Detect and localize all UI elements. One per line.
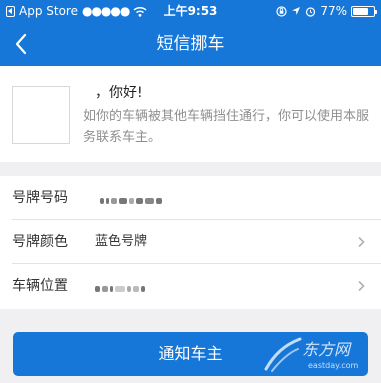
battery-icon (351, 5, 377, 17)
alarm-icon (306, 6, 316, 17)
vehicle-location-row[interactable]: 车辆位置 (0, 264, 381, 308)
plate-color-row[interactable]: 号牌颜色 蓝色号牌 (0, 220, 381, 264)
chevron-right-icon (358, 236, 365, 248)
header: App Store ●●●●● 上午9:53 77% 短信挪车 (0, 0, 381, 66)
status-bar: App Store ●●●●● 上午9:53 77% (0, 0, 381, 22)
intro-card: ，你好! 如你的车辆被其他车辆挡住通行，你可以使用本服务联系车主。 (0, 66, 381, 162)
plate-number-label: 号牌号码 (12, 190, 68, 206)
plate-color-label: 号牌颜色 (12, 234, 68, 250)
greeting-text: ，你好! (83, 82, 143, 102)
vehicle-location-value-redacted (95, 278, 147, 294)
plate-number-row[interactable]: 号牌号码 (0, 176, 381, 220)
watermark-text: 东方网 (302, 340, 352, 359)
plate-color-value: 蓝色号牌 (95, 234, 148, 249)
eastday-watermark-logo: 东方网 eastday.com (264, 337, 359, 372)
avatar (12, 86, 70, 144)
navigation-bar: 短信挪车 (0, 22, 381, 66)
battery-percent: 77% (320, 4, 347, 18)
vehicle-location-label: 车辆位置 (12, 278, 68, 294)
chevron-right-icon (358, 280, 365, 292)
watermark-domain: eastday.com (308, 361, 359, 370)
service-description: 如你的车辆被其他车辆挡住通行，你可以使用本服务联系车主。 (83, 109, 370, 145)
vehicle-form: 号牌号码 号牌颜色 蓝色号牌 车辆位置 (0, 176, 381, 309)
location-icon (292, 7, 301, 15)
battery-level-fill (353, 7, 369, 15)
orientation-lock-icon (276, 5, 287, 17)
greeting-label: ，你好! (95, 85, 143, 101)
page-title: 短信挪车 (156, 34, 225, 54)
plate-number-value-redacted (100, 190, 164, 206)
